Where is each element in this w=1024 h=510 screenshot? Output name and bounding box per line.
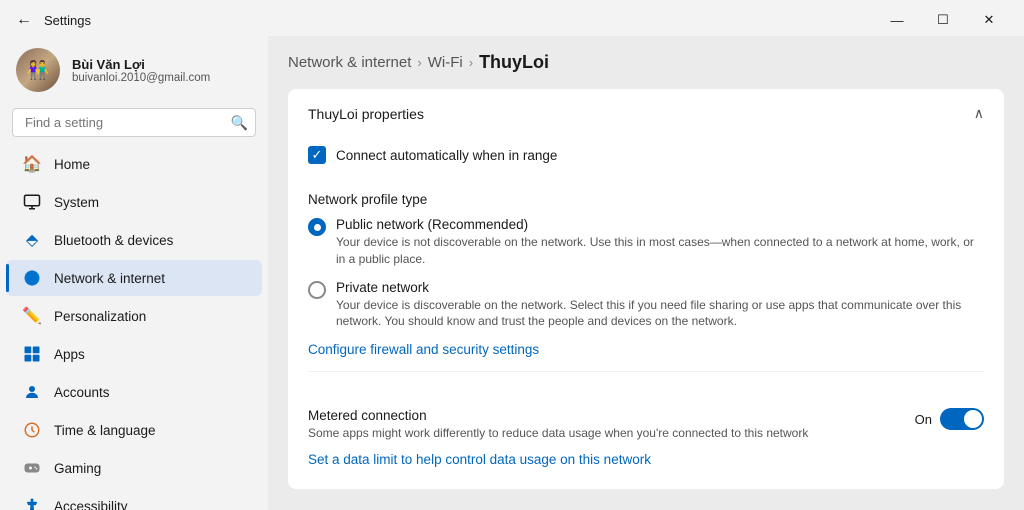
public-network-option: Public network (Recommended) Your device… [308, 217, 984, 268]
private-network-text: Private network Your device is discovera… [336, 280, 984, 331]
metered-toggle[interactable] [940, 408, 984, 430]
card-header[interactable]: ThuyLoi properties ∧ [288, 89, 1004, 138]
sidebar-item-apps[interactable]: Apps [6, 336, 262, 372]
firewall-link[interactable]: Configure firewall and security settings [308, 342, 539, 357]
maximize-button[interactable]: ☐ [920, 6, 966, 34]
sidebar-item-accessibility[interactable]: Accessibility [6, 488, 262, 510]
title-bar-left: ← Settings [12, 11, 91, 29]
metered-desc: Some apps might work differently to redu… [308, 426, 808, 440]
close-button[interactable]: ✕ [966, 6, 1012, 34]
radio-group: Public network (Recommended) Your device… [308, 217, 984, 330]
search-box: 🔍 [12, 108, 256, 137]
private-network-option: Private network Your device is discovera… [308, 280, 984, 331]
public-network-title: Public network (Recommended) [336, 217, 984, 232]
toggle-area: On [915, 408, 984, 430]
sidebar-item-gaming-label: Gaming [54, 461, 101, 476]
personalization-icon: ✏️ [22, 306, 42, 326]
sidebar-item-accounts[interactable]: Accounts [6, 374, 262, 410]
main-content: Network & internet › Wi-Fi › ThuyLoi Thu… [268, 36, 1024, 510]
settings-card: ThuyLoi properties ∧ ✓ Connect automatic… [288, 89, 1004, 489]
apps-icon [22, 344, 42, 364]
toggle-thumb [964, 410, 982, 428]
sidebar-item-bluetooth-label: Bluetooth & devices [54, 233, 173, 248]
search-icon: 🔍 [231, 114, 248, 131]
checkmark-icon: ✓ [312, 147, 323, 163]
sidebar-item-system-label: System [54, 195, 99, 210]
chevron-up-icon: ∧ [974, 105, 984, 122]
metered-text: Metered connection Some apps might work … [308, 408, 808, 440]
sidebar-item-gaming[interactable]: Gaming [6, 450, 262, 486]
breadcrumb-sep-1: › [417, 55, 421, 70]
sidebar-item-bluetooth[interactable]: ⬘ Bluetooth & devices [6, 222, 262, 258]
breadcrumb-wifi[interactable]: Wi-Fi [428, 54, 463, 71]
breadcrumb-network[interactable]: Network & internet [288, 54, 411, 71]
avatar-image: 👫 [16, 48, 60, 92]
data-limit-link[interactable]: Set a data limit to help control data us… [308, 452, 651, 467]
breadcrumb-sep-2: › [469, 55, 473, 70]
window-controls: — ☐ ✕ [874, 6, 1012, 34]
private-network-radio[interactable] [308, 281, 326, 299]
sidebar-item-time-label: Time & language [54, 423, 156, 438]
gaming-icon [22, 458, 42, 478]
breadcrumb: Network & internet › Wi-Fi › ThuyLoi [288, 52, 1004, 73]
toggle-label: On [915, 412, 932, 427]
user-info: Bùi Văn Lợi buivanloi.2010@gmail.com [72, 57, 210, 84]
sidebar-item-accounts-label: Accounts [54, 385, 110, 400]
breadcrumb-current: ThuyLoi [479, 52, 549, 73]
sidebar-item-apps-label: Apps [54, 347, 85, 362]
network-profile-section: Network profile type Public network (Rec… [308, 180, 984, 372]
network-profile-label: Network profile type [308, 192, 984, 207]
user-email: buivanloi.2010@gmail.com [72, 72, 210, 84]
sidebar-item-network-label: Network & internet [54, 271, 165, 286]
public-network-desc: Your device is not discoverable on the n… [336, 234, 984, 268]
app-title: Settings [44, 13, 91, 28]
bluetooth-icon: ⬘ [22, 230, 42, 250]
system-icon [22, 192, 42, 212]
public-network-radio[interactable] [308, 218, 326, 236]
time-icon [22, 420, 42, 440]
connect-auto-row: ✓ Connect automatically when in range [308, 138, 984, 180]
accessibility-icon [22, 496, 42, 510]
sidebar-item-personalization[interactable]: ✏️ Personalization [6, 298, 262, 334]
metered-title: Metered connection [308, 408, 808, 423]
private-network-title: Private network [336, 280, 984, 295]
sidebar-item-system[interactable]: System [6, 184, 262, 220]
app-body: 👫 Bùi Văn Lợi buivanloi.2010@gmail.com 🔍… [0, 36, 1024, 510]
sidebar-item-time[interactable]: Time & language [6, 412, 262, 448]
accounts-icon [22, 382, 42, 402]
sidebar: 👫 Bùi Văn Lợi buivanloi.2010@gmail.com 🔍… [0, 36, 268, 510]
connect-auto-checkbox[interactable]: ✓ [308, 146, 326, 164]
sidebar-item-accessibility-label: Accessibility [54, 499, 128, 510]
metered-section: Metered connection Some apps might work … [308, 392, 984, 469]
avatar: 👫 [16, 48, 60, 92]
title-bar: ← Settings — ☐ ✕ [0, 0, 1024, 36]
sidebar-item-home-label: Home [54, 157, 90, 172]
home-icon: 🏠 [22, 154, 42, 174]
sidebar-item-personalization-label: Personalization [54, 309, 146, 324]
user-name: Bùi Văn Lợi [72, 57, 210, 72]
user-section: 👫 Bùi Văn Lợi buivanloi.2010@gmail.com [0, 36, 268, 108]
sidebar-item-network[interactable]: Network & internet [6, 260, 262, 296]
public-network-text: Public network (Recommended) Your device… [336, 217, 984, 268]
card-body: ✓ Connect automatically when in range Ne… [288, 138, 1004, 489]
search-input[interactable] [12, 108, 256, 137]
network-icon [22, 268, 42, 288]
metered-row: Metered connection Some apps might work … [308, 408, 984, 440]
sidebar-item-home[interactable]: 🏠 Home [6, 146, 262, 182]
back-button[interactable]: ← [12, 11, 36, 29]
connect-auto-label: Connect automatically when in range [336, 148, 557, 163]
minimize-button[interactable]: — [874, 6, 920, 34]
private-network-desc: Your device is discoverable on the netwo… [336, 297, 984, 331]
card-header-title: ThuyLoi properties [308, 106, 424, 122]
